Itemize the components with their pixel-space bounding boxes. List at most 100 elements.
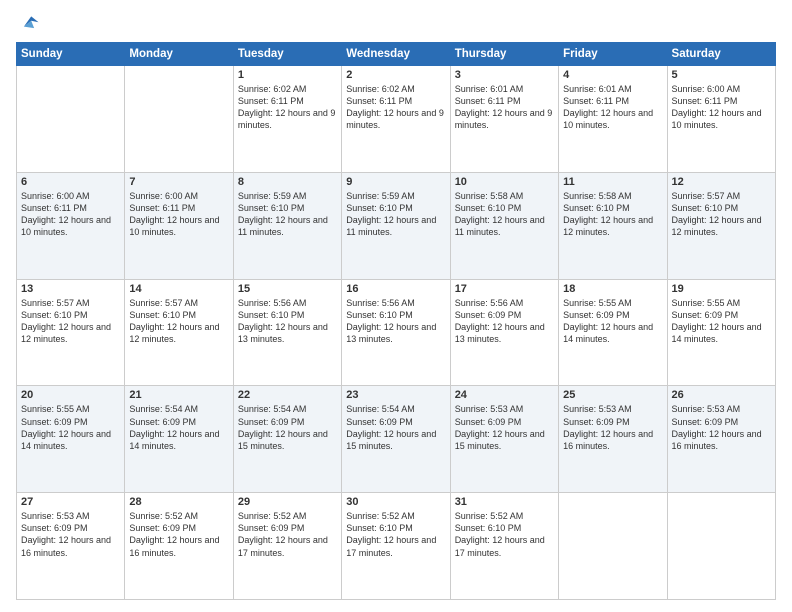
day-info: Sunrise: 5:59 AM Sunset: 6:10 PM Dayligh… xyxy=(238,190,337,239)
day-info: Sunrise: 5:52 AM Sunset: 6:10 PM Dayligh… xyxy=(346,510,445,559)
calendar-cell: 24 Sunrise: 5:53 AM Sunset: 6:09 PM Dayli… xyxy=(450,386,558,493)
day-number: 6 xyxy=(21,176,120,188)
calendar-cell: 8 Sunrise: 5:59 AM Sunset: 6:10 PM Daylig… xyxy=(233,172,341,279)
day-number: 17 xyxy=(455,283,554,295)
day-number: 20 xyxy=(21,389,120,401)
day-number: 21 xyxy=(129,389,228,401)
day-number: 18 xyxy=(563,283,662,295)
day-number: 14 xyxy=(129,283,228,295)
day-info: Sunrise: 5:57 AM Sunset: 6:10 PM Dayligh… xyxy=(21,297,120,346)
calendar-cell: 3 Sunrise: 6:01 AM Sunset: 6:11 PM Daylig… xyxy=(450,66,558,173)
day-info: Sunrise: 5:53 AM Sunset: 6:09 PM Dayligh… xyxy=(672,403,771,452)
week-row-4: 20 Sunrise: 5:55 AM Sunset: 6:09 PM Dayli… xyxy=(17,386,776,493)
day-info: Sunrise: 6:00 AM Sunset: 6:11 PM Dayligh… xyxy=(672,83,771,132)
day-number: 24 xyxy=(455,389,554,401)
calendar-cell: 22 Sunrise: 5:54 AM Sunset: 6:09 PM Dayli… xyxy=(233,386,341,493)
calendar-cell: 15 Sunrise: 5:56 AM Sunset: 6:10 PM Dayli… xyxy=(233,279,341,386)
day-info: Sunrise: 6:02 AM Sunset: 6:11 PM Dayligh… xyxy=(346,83,445,132)
day-number: 15 xyxy=(238,283,337,295)
day-info: Sunrise: 5:54 AM Sunset: 6:09 PM Dayligh… xyxy=(129,403,228,452)
day-number: 26 xyxy=(672,389,771,401)
calendar-cell: 25 Sunrise: 5:53 AM Sunset: 6:09 PM Dayli… xyxy=(559,386,667,493)
day-number: 8 xyxy=(238,176,337,188)
weekday-header-thursday: Thursday xyxy=(450,43,558,66)
day-number: 23 xyxy=(346,389,445,401)
day-number: 29 xyxy=(238,496,337,508)
day-number: 10 xyxy=(455,176,554,188)
day-number: 16 xyxy=(346,283,445,295)
weekday-header-saturday: Saturday xyxy=(667,43,775,66)
calendar-cell: 6 Sunrise: 6:00 AM Sunset: 6:11 PM Daylig… xyxy=(17,172,125,279)
calendar-cell: 19 Sunrise: 5:55 AM Sunset: 6:09 PM Dayli… xyxy=(667,279,775,386)
calendar-cell: 13 Sunrise: 5:57 AM Sunset: 6:10 PM Dayli… xyxy=(17,279,125,386)
calendar-cell xyxy=(667,493,775,600)
week-row-1: 1 Sunrise: 6:02 AM Sunset: 6:11 PM Daylig… xyxy=(17,66,776,173)
day-info: Sunrise: 5:54 AM Sunset: 6:09 PM Dayligh… xyxy=(238,403,337,452)
day-info: Sunrise: 5:53 AM Sunset: 6:09 PM Dayligh… xyxy=(455,403,554,452)
calendar-cell: 9Sunrise: 5:59 AM Sunset: 6:10 PM Daylig… xyxy=(342,172,450,279)
week-row-3: 13 Sunrise: 5:57 AM Sunset: 6:10 PM Dayli… xyxy=(17,279,776,386)
day-info: Sunrise: 5:56 AM Sunset: 6:10 PM Dayligh… xyxy=(238,297,337,346)
day-info: Sunrise: 5:53 AM Sunset: 6:09 PM Dayligh… xyxy=(21,510,120,559)
day-number: 11 xyxy=(563,176,662,188)
day-info: Sunrise: 5:57 AM Sunset: 6:10 PM Dayligh… xyxy=(129,297,228,346)
day-number: 13 xyxy=(21,283,120,295)
calendar-cell: 23 Sunrise: 5:54 AM Sunset: 6:09 PM Dayli… xyxy=(342,386,450,493)
calendar-cell: 11Sunrise: 5:58 AM Sunset: 6:10 PM Dayli… xyxy=(559,172,667,279)
day-number: 30 xyxy=(346,496,445,508)
day-number: 2 xyxy=(346,69,445,81)
day-number: 28 xyxy=(129,496,228,508)
calendar-cell: 2 Sunrise: 6:02 AM Sunset: 6:11 PM Daylig… xyxy=(342,66,450,173)
calendar-cell: 27 Sunrise: 5:53 AM Sunset: 6:09 PM Dayli… xyxy=(17,493,125,600)
calendar-cell: 4Sunrise: 6:01 AM Sunset: 6:11 PM Daylig… xyxy=(559,66,667,173)
day-info: Sunrise: 6:01 AM Sunset: 6:11 PM Dayligh… xyxy=(455,83,554,132)
calendar-cell: 31Sunrise: 5:52 AM Sunset: 6:10 PM Dayli… xyxy=(450,493,558,600)
day-number: 4 xyxy=(563,69,662,81)
weekday-header-monday: Monday xyxy=(125,43,233,66)
calendar-cell: 21 Sunrise: 5:54 AM Sunset: 6:09 PM Dayli… xyxy=(125,386,233,493)
day-info: Sunrise: 5:56 AM Sunset: 6:10 PM Dayligh… xyxy=(346,297,445,346)
calendar-cell: 20 Sunrise: 5:55 AM Sunset: 6:09 PM Dayli… xyxy=(17,386,125,493)
calendar-cell: 12Sunrise: 5:57 AM Sunset: 6:10 PM Dayli… xyxy=(667,172,775,279)
logo-bird-icon xyxy=(18,12,40,34)
calendar-cell xyxy=(125,66,233,173)
weekday-header-wednesday: Wednesday xyxy=(342,43,450,66)
day-info: Sunrise: 5:52 AM Sunset: 6:09 PM Dayligh… xyxy=(129,510,228,559)
weekday-header-tuesday: Tuesday xyxy=(233,43,341,66)
day-info: Sunrise: 6:00 AM Sunset: 6:11 PM Dayligh… xyxy=(21,190,120,239)
calendar-cell: 30 Sunrise: 5:52 AM Sunset: 6:10 PM Dayli… xyxy=(342,493,450,600)
calendar-cell: 1Sunrise: 6:02 AM Sunset: 6:11 PM Daylig… xyxy=(233,66,341,173)
weekday-header-sunday: Sunday xyxy=(17,43,125,66)
day-number: 3 xyxy=(455,69,554,81)
day-info: Sunrise: 5:53 AM Sunset: 6:09 PM Dayligh… xyxy=(563,403,662,452)
day-number: 19 xyxy=(672,283,771,295)
calendar-cell: 7 Sunrise: 6:00 AM Sunset: 6:11 PM Daylig… xyxy=(125,172,233,279)
calendar-cell: 17Sunrise: 5:56 AM Sunset: 6:09 PM Dayli… xyxy=(450,279,558,386)
day-info: Sunrise: 5:55 AM Sunset: 6:09 PM Dayligh… xyxy=(563,297,662,346)
calendar-cell: 14 Sunrise: 5:57 AM Sunset: 6:10 PM Dayli… xyxy=(125,279,233,386)
day-info: Sunrise: 5:57 AM Sunset: 6:10 PM Dayligh… xyxy=(672,190,771,239)
calendar-cell: 5 Sunrise: 6:00 AM Sunset: 6:11 PM Daylig… xyxy=(667,66,775,173)
day-number: 25 xyxy=(563,389,662,401)
day-number: 5 xyxy=(672,69,771,81)
calendar-cell xyxy=(559,493,667,600)
calendar-cell xyxy=(17,66,125,173)
day-number: 9 xyxy=(346,176,445,188)
week-row-5: 27 Sunrise: 5:53 AM Sunset: 6:09 PM Dayli… xyxy=(17,493,776,600)
day-info: Sunrise: 5:52 AM Sunset: 6:09 PM Dayligh… xyxy=(238,510,337,559)
weekday-header-friday: Friday xyxy=(559,43,667,66)
day-info: Sunrise: 5:54 AM Sunset: 6:09 PM Dayligh… xyxy=(346,403,445,452)
calendar-cell: 29 Sunrise: 5:52 AM Sunset: 6:09 PM Dayli… xyxy=(233,493,341,600)
day-info: Sunrise: 5:55 AM Sunset: 6:09 PM Dayligh… xyxy=(21,403,120,452)
calendar-cell: 16 Sunrise: 5:56 AM Sunset: 6:10 PM Dayli… xyxy=(342,279,450,386)
day-number: 31 xyxy=(455,496,554,508)
calendar-cell: 28 Sunrise: 5:52 AM Sunset: 6:09 PM Dayli… xyxy=(125,493,233,600)
day-number: 7 xyxy=(129,176,228,188)
day-info: Sunrise: 5:55 AM Sunset: 6:09 PM Dayligh… xyxy=(672,297,771,346)
day-number: 1 xyxy=(238,69,337,81)
week-row-2: 6 Sunrise: 6:00 AM Sunset: 6:11 PM Daylig… xyxy=(17,172,776,279)
day-info: Sunrise: 6:00 AM Sunset: 6:11 PM Dayligh… xyxy=(129,190,228,239)
day-number: 22 xyxy=(238,389,337,401)
day-info: Sunrise: 5:58 AM Sunset: 6:10 PM Dayligh… xyxy=(455,190,554,239)
day-number: 27 xyxy=(21,496,120,508)
